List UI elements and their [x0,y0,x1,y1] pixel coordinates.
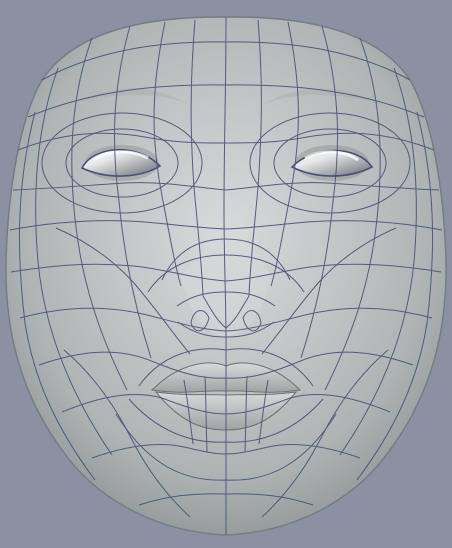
face-mesh-render [5,16,447,536]
viewport [0,0,452,548]
